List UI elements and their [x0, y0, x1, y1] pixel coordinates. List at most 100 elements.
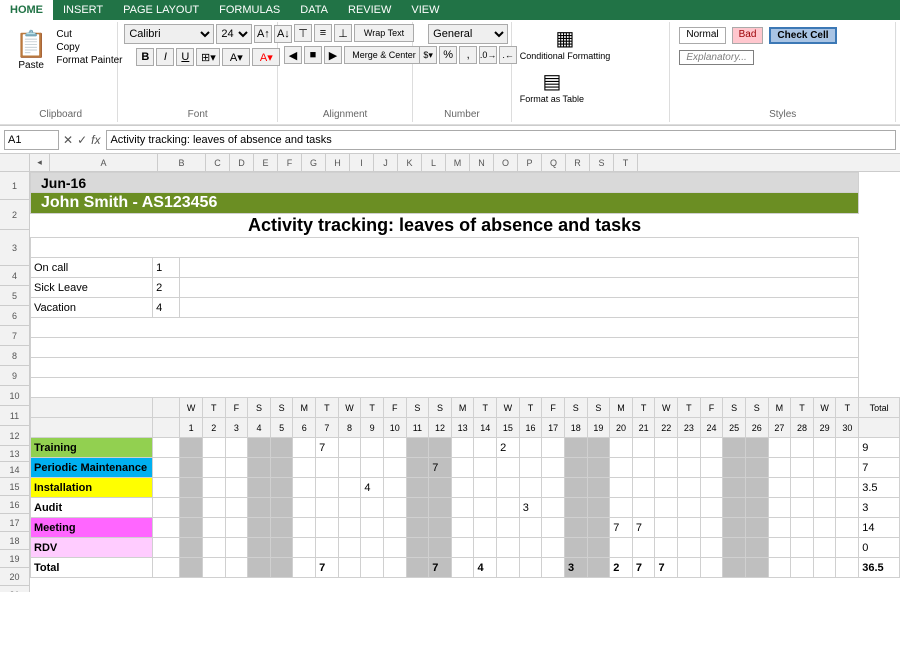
- confirm-icon[interactable]: ✓: [77, 133, 87, 147]
- style-explanatory[interactable]: Explanatory...: [679, 50, 753, 65]
- installation-total: 3.5: [859, 478, 900, 498]
- total-row: Total 7 7 4 3 2: [31, 558, 900, 578]
- formula-input[interactable]: [106, 130, 896, 150]
- installation-row: Installation 4: [31, 478, 900, 498]
- tab-formulas[interactable]: FORMULAS: [209, 0, 290, 20]
- merge-center-button[interactable]: Merge & Center: [344, 46, 424, 64]
- align-right-button[interactable]: ▶: [324, 46, 342, 64]
- cancel-icon[interactable]: ✕: [63, 133, 73, 147]
- styles-group: Normal Bad Check Cell Explanatory... Sty…: [670, 22, 896, 122]
- style-check-cell[interactable]: Check Cell: [769, 27, 836, 44]
- font-size-select[interactable]: 24: [216, 24, 252, 44]
- align-bottom-button[interactable]: ⊥: [334, 24, 352, 42]
- tab-data[interactable]: DATA: [290, 0, 338, 20]
- col-ruler: ◂ A B C D E F G H I J K L M N O P Q R S …: [0, 154, 900, 172]
- conditional-formatting-button[interactable]: ▦ Conditional Formatting: [518, 24, 613, 63]
- rdv-total: 0: [859, 538, 900, 558]
- formula-icons: ✕ ✓ fx: [63, 133, 100, 147]
- number-format-row: $▾ % , .0→ .←: [419, 46, 517, 64]
- currency-button[interactable]: $▾: [419, 46, 437, 64]
- title-cell: Activity tracking: leaves of absence and…: [31, 214, 859, 238]
- align-top-button[interactable]: ⊤: [294, 24, 312, 42]
- number-group: General $▾ % , .0→ .← Number: [413, 22, 512, 122]
- training-total: 9: [859, 438, 900, 458]
- fill-color-button[interactable]: A▾: [222, 48, 250, 66]
- name-box[interactable]: [4, 130, 59, 150]
- vacation-label: Vacation: [31, 298, 153, 318]
- style-normal[interactable]: Normal: [679, 27, 725, 44]
- audit-row: Audit 3: [31, 498, 900, 518]
- borders-button[interactable]: ⊞▾: [196, 48, 220, 66]
- clipboard-label: Clipboard: [39, 109, 82, 120]
- format-table-label: Format as Table: [520, 94, 584, 104]
- on-call-value: 1: [153, 258, 180, 278]
- vacation-row: Vacation 4: [31, 298, 900, 318]
- vacation-value: 4: [153, 298, 180, 318]
- tab-home[interactable]: HOME: [0, 0, 53, 20]
- copy-button[interactable]: Copy: [54, 41, 124, 54]
- format-painter-button[interactable]: Format Painter: [54, 54, 124, 67]
- underline-button[interactable]: U: [176, 48, 194, 66]
- wrap-text-button[interactable]: Wrap Text: [354, 24, 414, 42]
- align-middle-button[interactable]: ≡: [314, 24, 332, 42]
- font-color-button[interactable]: A▾: [252, 48, 280, 66]
- periodic-total: 7: [859, 458, 900, 478]
- italic-button[interactable]: I: [156, 48, 174, 66]
- periodic-row: Periodic Maintenance 7: [31, 458, 900, 478]
- tab-page-layout[interactable]: PAGE LAYOUT: [113, 0, 209, 20]
- tab-insert[interactable]: INSERT: [53, 0, 113, 20]
- percent-button[interactable]: %: [439, 46, 457, 64]
- paste-label: Paste: [18, 60, 44, 71]
- meeting-label: Meeting: [31, 518, 153, 538]
- installation-label: Installation: [31, 478, 153, 498]
- title-row: Activity tracking: leaves of absence and…: [31, 214, 900, 238]
- alignment-label: Alignment: [323, 109, 367, 120]
- bold-button[interactable]: B: [136, 48, 154, 66]
- font-label: Font: [188, 109, 208, 120]
- sheet-area: Jun-16 John Smith - AS123456 Activity tr…: [30, 172, 900, 592]
- on-call-label: On call: [31, 258, 153, 278]
- comma-button[interactable]: ,: [459, 46, 477, 64]
- audit-total: 3: [859, 498, 900, 518]
- font-grow-button[interactable]: A↑: [254, 25, 272, 43]
- number-format-select[interactable]: General: [428, 24, 508, 44]
- font-name-select[interactable]: Calibri: [124, 24, 214, 44]
- tab-view[interactable]: VIEW: [401, 0, 449, 20]
- font-group: Calibri 24 A↑ A↓ B I U ⊞▾ A▾ A▾ Fon: [118, 22, 278, 122]
- paste-icon: 📋: [15, 29, 47, 60]
- cut-button[interactable]: Cut: [54, 28, 124, 41]
- spreadsheet-grid: Jun-16 John Smith - AS123456 Activity tr…: [30, 172, 900, 578]
- rdv-label: RDV: [31, 538, 153, 558]
- training-label: Training: [31, 438, 153, 458]
- sick-leave-label: Sick Leave: [31, 278, 153, 298]
- conditional-icon: ▦: [556, 26, 575, 51]
- align-top-row: ⊤ ≡ ⊥ Wrap Text: [294, 24, 414, 42]
- meeting-total: 14: [859, 518, 900, 538]
- meeting-row: Meeting 7: [31, 518, 900, 538]
- blank-row-5: [31, 378, 900, 398]
- ribbon: HOME INSERT PAGE LAYOUT FORMULAS DATA RE…: [0, 0, 900, 126]
- font-name-row: Calibri 24 A↑ A↓: [124, 24, 292, 44]
- clipboard-group: 📋 Paste Cut Copy Format Painter Clipboar…: [4, 22, 118, 122]
- align-center-button[interactable]: ■: [304, 46, 322, 64]
- periodic-label: Periodic Maintenance: [31, 458, 153, 478]
- name-header-cell: John Smith - AS123456: [31, 193, 859, 214]
- training-row: Training 7 2: [31, 438, 900, 458]
- increase-decimal-button[interactable]: .0→: [479, 46, 497, 64]
- blank-row-2: [31, 318, 900, 338]
- date-header-row: Jun-16: [31, 173, 900, 193]
- on-call-row: On call 1: [31, 258, 900, 278]
- format-as-table-button[interactable]: ▤ Format as Table: [518, 67, 586, 106]
- function-icon[interactable]: fx: [91, 133, 100, 147]
- row-numbers: 1 2 3 4 5 6 7 8 9 10 11 12 13 14 15 16 1…: [0, 172, 30, 592]
- style-bad[interactable]: Bad: [732, 27, 764, 44]
- ribbon-content: 📋 Paste Cut Copy Format Painter Clipboar…: [0, 20, 900, 125]
- ribbon-tabs: HOME INSERT PAGE LAYOUT FORMULAS DATA RE…: [0, 0, 900, 20]
- align-left-button[interactable]: ◀: [284, 46, 302, 64]
- blank-row-4: [31, 358, 900, 378]
- paste-button[interactable]: 📋 Paste: [10, 24, 52, 76]
- total-label: Total: [31, 558, 153, 578]
- day-num-row: 1 2 3 4 5 6 7 8 9 10 11 12 13 14 15 16 1…: [31, 418, 900, 438]
- tab-review[interactable]: REVIEW: [338, 0, 401, 20]
- cells-group: ▦ Conditional Formatting ▤ Format as Tab…: [512, 22, 671, 122]
